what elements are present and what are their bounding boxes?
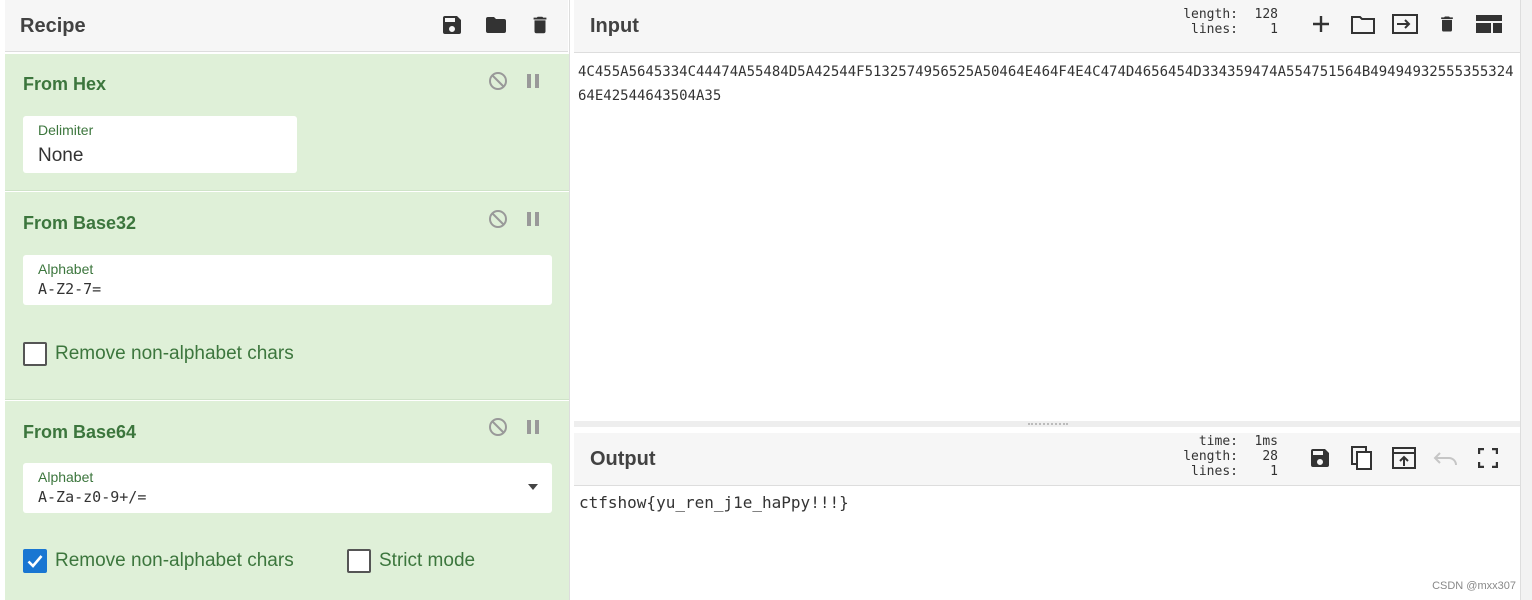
operation-from-base32[interactable]: From Base32 Alphabet A-Z2-7= Remove non-… <box>5 192 569 400</box>
disable-icon[interactable] <box>487 70 509 92</box>
stat-value: 1 <box>1270 22 1278 37</box>
pause-icon[interactable] <box>522 70 544 92</box>
remove-non-alphabet-checkbox[interactable]: Remove non-alphabet chars <box>23 549 294 573</box>
stat-value: 128 <box>1254 7 1278 22</box>
caret-down-icon[interactable] <box>528 484 538 490</box>
stat-value: 1 <box>1270 464 1278 479</box>
add-tab-icon[interactable] <box>1306 9 1336 39</box>
stat-key: lines: <box>1191 22 1238 37</box>
field-value: A-Z2-7= <box>38 280 102 298</box>
stat-value: 1ms <box>1254 434 1278 449</box>
recipe-header: Recipe <box>5 0 568 52</box>
stat-key: lines: <box>1191 464 1238 479</box>
field-label: Alphabet <box>38 469 94 485</box>
disable-icon[interactable] <box>487 416 509 438</box>
checkbox-label: Remove non-alphabet chars <box>55 343 294 364</box>
replace-input-icon[interactable] <box>1389 443 1419 473</box>
stat-key: length: <box>1183 7 1238 22</box>
operation-from-base64[interactable]: From Base64 Alphabet A-Za-z0-9+/= Remove… <box>5 401 569 600</box>
maximize-icon[interactable] <box>1473 443 1503 473</box>
output-stats: time: 1ms length: 28 lines: 1 <box>1148 434 1278 479</box>
output-title: Output <box>590 448 656 470</box>
input-stats: length: 128 lines: 1 <box>1168 7 1278 37</box>
checkbox-box[interactable] <box>23 342 47 366</box>
field-value: None <box>38 145 84 166</box>
disable-icon[interactable] <box>487 208 509 230</box>
recipe-panel: Recipe From Hex Delimiter None From Base… <box>0 0 570 600</box>
save-icon[interactable] <box>1305 443 1335 473</box>
alphabet-select[interactable]: Alphabet A-Za-z0-9+/= <box>23 463 552 513</box>
scrollbar[interactable] <box>1520 0 1532 600</box>
input-title: Input <box>590 15 639 37</box>
delimiter-field[interactable]: Delimiter None <box>23 116 297 173</box>
output-text[interactable]: ctfshow{yu_ren_j1e_haPpy!!!} <box>579 493 849 512</box>
open-folder-icon[interactable] <box>1348 9 1378 39</box>
remove-non-alphabet-checkbox[interactable]: Remove non-alphabet chars <box>23 342 294 366</box>
undo-icon <box>1431 443 1461 473</box>
check-icon <box>27 555 43 568</box>
pause-icon[interactable] <box>522 208 544 230</box>
strict-mode-checkbox[interactable]: Strict mode <box>347 549 475 573</box>
recipe-title: Recipe <box>20 15 86 37</box>
stat-key: length: <box>1183 449 1238 464</box>
checkbox-checked[interactable] <box>23 549 47 573</box>
folder-icon[interactable] <box>481 10 511 40</box>
watermark: CSDN @mxx307 <box>1432 580 1516 592</box>
field-label: Delimiter <box>38 122 94 138</box>
copy-icon[interactable] <box>1347 443 1377 473</box>
save-icon[interactable] <box>437 10 467 40</box>
checkbox-label: Remove non-alphabet chars <box>55 550 294 571</box>
resize-grip[interactable] <box>1028 423 1068 425</box>
output-header: Output time: 1ms length: 28 lines: 1 <box>574 433 1520 486</box>
field-label: Alphabet <box>38 261 94 277</box>
alphabet-field[interactable]: Alphabet A-Z2-7= <box>23 255 552 305</box>
stat-key: time: <box>1198 434 1238 449</box>
operation-title: From Base64 <box>23 422 137 442</box>
operation-title: From Base32 <box>23 213 137 233</box>
field-value: A-Za-z0-9+/= <box>38 488 147 506</box>
input-textarea[interactable]: 4C455A5645334C44474A55484D5A42544F513257… <box>578 60 1518 108</box>
checkbox-label: Strict mode <box>379 550 476 571</box>
operation-from-hex[interactable]: From Hex Delimiter None <box>5 54 569 191</box>
trash-icon[interactable] <box>1432 9 1462 39</box>
stat-value: 28 <box>1262 449 1278 464</box>
pause-icon[interactable] <box>522 416 544 438</box>
operation-title: From Hex <box>23 74 107 94</box>
input-header: Input length: 128 lines: 1 <box>574 0 1520 53</box>
open-file-icon[interactable] <box>1390 9 1420 39</box>
trash-icon[interactable] <box>525 10 555 40</box>
layout-icon[interactable] <box>1474 9 1504 39</box>
checkbox-box[interactable] <box>347 549 371 573</box>
